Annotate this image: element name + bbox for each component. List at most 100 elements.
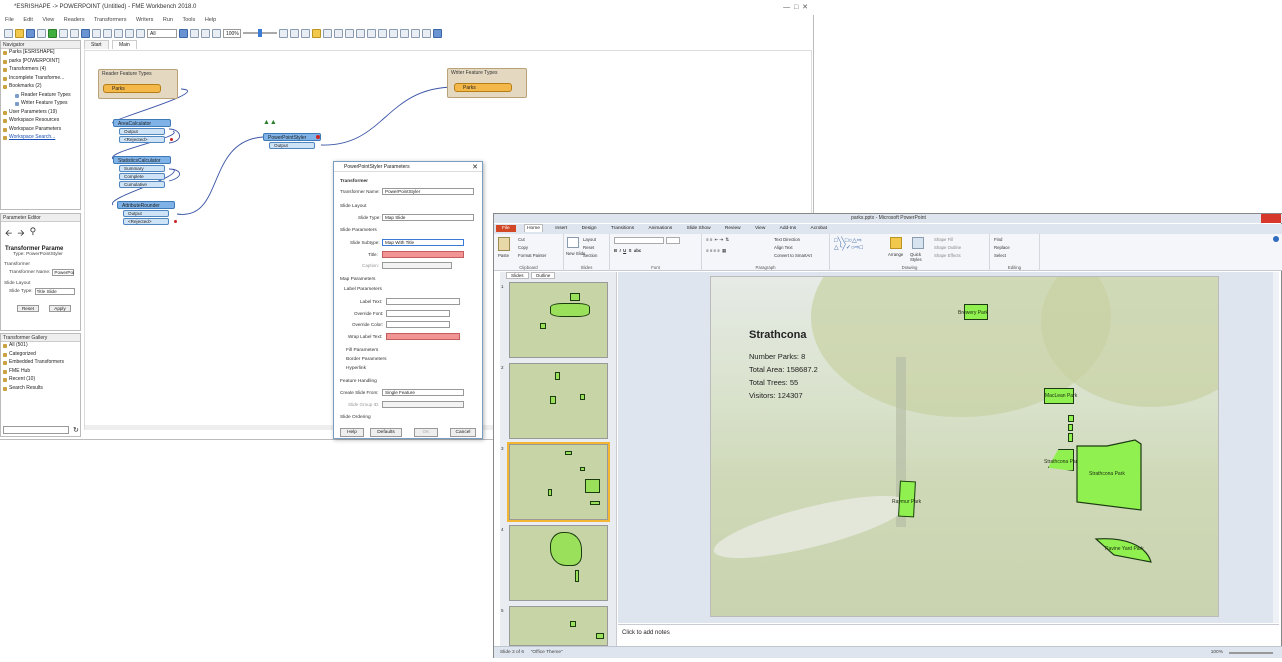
workspace-search-link[interactable]: Workspace Search... [1, 134, 80, 143]
notes-pane[interactable]: Click to add notes [618, 624, 1279, 646]
gallery-item[interactable]: All (501) [1, 342, 80, 351]
dialog-caption-input[interactable] [382, 262, 452, 269]
tab-slide-show[interactable]: Slide Show [685, 225, 713, 232]
layout-icon-2[interactable] [301, 28, 310, 38]
zoom-to-icon[interactable]: ⚲ [30, 226, 37, 242]
annotation-icon[interactable] [312, 28, 321, 38]
save-icon[interactable] [26, 28, 35, 38]
cumulative-port[interactable]: Cumulative [119, 181, 165, 188]
convert-smartart-button[interactable]: Convert to SmartArt [774, 253, 812, 258]
shape-fill-button[interactable]: Shape Fill [934, 237, 953, 242]
park-polygon[interactable] [1068, 433, 1073, 442]
rejected-port[interactable]: <Rejected> [119, 136, 165, 143]
slide-thumbnail-1[interactable] [509, 282, 608, 358]
zoom-slider[interactable] [1229, 652, 1273, 654]
menu-view[interactable]: View [42, 17, 54, 23]
dialog-subtype-select[interactable]: Map With Title [382, 239, 464, 246]
dialog-name-input[interactable]: PowerPointStyler [382, 188, 474, 195]
shapes-gallery[interactable]: □╲╲□○△⇨ △╰╱✓○⇨□ [834, 237, 863, 251]
run-icon[interactable] [48, 28, 57, 38]
tab-home[interactable]: Home [524, 224, 543, 232]
gallery-item[interactable]: Categorized [1, 351, 80, 360]
find-button[interactable]: Find [994, 237, 1002, 242]
stop-icon[interactable] [59, 28, 68, 38]
help-button[interactable]: Help [340, 428, 364, 437]
grid-icon[interactable] [334, 28, 343, 38]
forward-arrow-icon[interactable]: 🡪 [17, 226, 24, 242]
slide-scrollbar[interactable] [1273, 272, 1279, 623]
replace-button[interactable]: Replace [994, 245, 1010, 250]
nav-item[interactable]: Workspace Resources [1, 117, 80, 126]
align-right-icon[interactable] [378, 28, 387, 38]
redo-icon[interactable] [136, 28, 145, 38]
tool-icon-b[interactable] [411, 28, 420, 38]
override-font-input[interactable] [386, 310, 450, 317]
wrap-label-input[interactable] [386, 333, 460, 340]
output-port[interactable]: Output [269, 142, 315, 149]
tool-icon-a[interactable] [400, 28, 409, 38]
nav-item[interactable]: Reader Feature Types [1, 92, 80, 101]
current-slide[interactable]: Strathcona Number Parks: 8 Total Area: 1… [710, 276, 1219, 617]
menu-tools[interactable]: Tools [182, 17, 195, 23]
window-controls[interactable]: — □ ✕ [783, 3, 808, 11]
border-params[interactable]: Border Parameters [346, 357, 387, 362]
label-text-input[interactable] [386, 298, 460, 305]
area-calculator-node[interactable]: AreaCalculator [113, 119, 171, 127]
align-center-icon[interactable] [367, 28, 376, 38]
tab-add-ins[interactable]: Add-Ins [778, 225, 799, 232]
nav-item[interactable]: Bookmarks (2) [1, 83, 80, 92]
arrange-icon[interactable] [890, 237, 902, 249]
pan-icon[interactable] [190, 28, 199, 38]
nav-item[interactable]: Parks [ESRISHAPE] [1, 49, 80, 58]
reader-feature-type[interactable]: Parks [103, 84, 161, 93]
ok-button[interactable]: OK [414, 428, 438, 437]
pointer-icon[interactable] [179, 28, 188, 38]
slide-ordering[interactable]: Slide Ordering [340, 415, 371, 420]
tab-slides[interactable]: Slides [506, 272, 529, 279]
tab-main[interactable]: Main [111, 40, 137, 49]
tab-file[interactable]: File [496, 225, 516, 232]
tool-icon-d[interactable] [433, 28, 442, 38]
gallery-item[interactable]: Embedded Transformers [1, 359, 80, 368]
slide-thumbnail-5[interactable] [509, 606, 608, 646]
refresh-icon[interactable]: ↻ [73, 426, 79, 434]
font-name-select[interactable] [614, 237, 664, 244]
bold-icon[interactable]: B I U S abc [614, 248, 641, 253]
nav-item[interactable]: parks [POWERPOINT] [1, 58, 80, 67]
cut-icon[interactable] [92, 28, 101, 38]
park-polygon[interactable] [1068, 424, 1073, 431]
back-arrow-icon[interactable]: 🡨 [5, 226, 12, 242]
inspect-icon[interactable] [81, 28, 90, 38]
section-button[interactable]: Section [583, 253, 597, 258]
quick-styles-icon[interactable] [912, 237, 924, 249]
fill-params[interactable]: Fill Parameters [346, 348, 378, 353]
tab-view[interactable]: View [753, 225, 767, 232]
menu-edit[interactable]: Edit [23, 17, 32, 23]
cut-button[interactable]: Cut [518, 237, 525, 242]
open-icon[interactable] [15, 28, 24, 38]
menu-file[interactable]: File [5, 17, 14, 23]
close-icon[interactable]: ✕ [472, 163, 478, 171]
tab-animations[interactable]: Animations [646, 225, 674, 232]
gallery-item[interactable]: Search Results [1, 385, 80, 394]
help-icon[interactable] [1273, 236, 1279, 242]
undo-icon[interactable] [125, 28, 134, 38]
writer-bookmark[interactable]: Writer Feature Types Parks [447, 68, 527, 98]
gallery-item[interactable]: FME Hub [1, 368, 80, 377]
arrange-button[interactable]: Arrange [888, 252, 903, 257]
override-color-input[interactable] [386, 321, 450, 328]
zoom-in-icon[interactable] [201, 28, 210, 38]
menu-transformers[interactable]: Transformers [94, 17, 127, 23]
new-icon[interactable] [4, 28, 13, 38]
select-button[interactable]: Select [994, 253, 1006, 258]
fit-icon[interactable] [279, 28, 288, 38]
align-icons[interactable]: ≡ ≡ ≡ ≡ ▦ [706, 248, 726, 254]
zoom-dropdown[interactable]: 100% [223, 28, 241, 38]
tab-outline[interactable]: Outline [530, 272, 556, 279]
powerpoint-styler-node[interactable]: PowerPointStyler [263, 133, 321, 141]
tab-start[interactable]: Start [84, 40, 109, 49]
menu-help[interactable]: Help [205, 17, 216, 23]
output-port[interactable]: Output [123, 210, 169, 217]
param-slide-type-select[interactable]: Title Slide [34, 288, 75, 295]
writer-feature-type[interactable]: Parks [454, 83, 512, 92]
